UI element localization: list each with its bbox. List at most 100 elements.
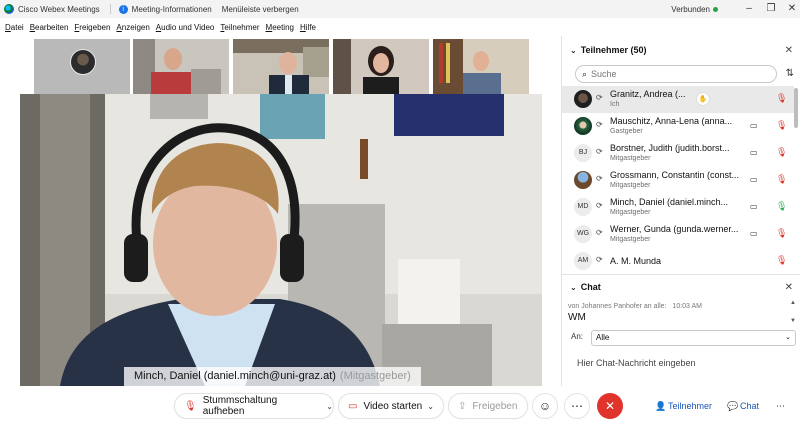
end-meeting-button[interactable]: ✕ xyxy=(597,393,623,419)
more-options-button[interactable]: ⋯ xyxy=(564,393,590,419)
minimize-icon[interactable]: – xyxy=(741,2,757,16)
webex-logo-icon xyxy=(4,4,14,14)
connection-dot-icon xyxy=(713,6,718,12)
sync-icon: ⟳ xyxy=(596,174,603,183)
avatar xyxy=(574,117,592,135)
mic-muted-icon[interactable]: 🎙 xyxy=(776,228,787,239)
participant-role: Ich xyxy=(610,101,620,108)
speaker-caption: Minch, Daniel (daniel.minch@uni-graz.at)… xyxy=(124,367,421,386)
video-feed-image xyxy=(133,39,229,94)
video-feed-image xyxy=(433,39,529,94)
chat-title: Chat xyxy=(580,282,601,292)
sync-icon: ⟳ xyxy=(596,201,603,210)
close-icon[interactable]: ✕ xyxy=(785,45,793,56)
mic-muted-icon: 🎙 xyxy=(184,400,197,412)
participant-name: Mauschitz, Anna-Lena (anna... xyxy=(610,116,733,126)
title-bar: Cisco Webex Meetings i Meeting-Informati… xyxy=(0,0,800,18)
video-feed-image xyxy=(333,39,429,94)
camera-icon: ▭ xyxy=(750,229,758,238)
person-icon: 👤 xyxy=(655,401,667,411)
participants-header[interactable]: ⌄ Teilnehmer (50) ✕ xyxy=(562,39,800,61)
participant-video-thumbnail[interactable] xyxy=(233,39,329,94)
chevron-down-icon: ⌄ xyxy=(785,334,791,341)
menu-bearbeiten[interactable]: Bearbeiten xyxy=(30,23,69,32)
scroll-down-icon[interactable]: ▼ xyxy=(790,318,796,324)
mic-muted-icon[interactable]: 🎙 xyxy=(776,120,787,131)
chat-header[interactable]: ⌄ Chat ✕ xyxy=(562,276,800,298)
chevron-down-icon[interactable]: ⌄ xyxy=(570,46,577,55)
start-video-button[interactable]: ▭ Video starten ⌄ xyxy=(338,393,444,419)
panel-divider xyxy=(562,274,800,275)
speaker-video-feed xyxy=(20,94,542,386)
participants-tab[interactable]: 👤 Teilnehmer xyxy=(655,396,712,416)
camera-icon: ▭ xyxy=(750,175,758,184)
sort-icon[interactable]: ⇅ xyxy=(786,68,794,79)
share-button[interactable]: ⇪ Freigeben xyxy=(448,393,528,419)
participant-video-thumbnail[interactable] xyxy=(133,39,229,94)
speaker-role: (Mitgastgeber) xyxy=(339,370,411,382)
unmute-button[interactable]: 🎙 Stummschaltung aufheben ⌄ xyxy=(174,393,334,419)
reactions-button[interactable]: ☺ xyxy=(532,393,558,419)
list-item[interactable]: MD ⟳ Minch, Daniel (daniel.minch... Mitg… xyxy=(562,194,794,221)
participant-role: Gastgeber xyxy=(610,128,643,135)
unmute-label: Stummschaltung aufheben xyxy=(202,395,278,417)
chat-tab[interactable]: 💬 Chat xyxy=(727,396,759,416)
camera-icon: ▭ xyxy=(750,121,758,130)
camera-icon: ▭ xyxy=(750,148,758,157)
app-title: Cisco Webex Meetings xyxy=(18,4,100,14)
main-speaker-video[interactable]: Minch, Daniel (daniel.minch@uni-graz.at)… xyxy=(20,94,542,386)
close-window-icon[interactable]: ✕ xyxy=(784,2,800,16)
share-icon: ⇪ xyxy=(458,400,467,412)
chevron-down-icon[interactable]: ⌄ xyxy=(427,402,434,411)
chevron-down-icon[interactable]: ⌄ xyxy=(326,402,333,411)
title-separator xyxy=(109,4,111,14)
menu-teilnehmer[interactable]: Teilnehmer xyxy=(220,23,259,32)
menu-hilfe[interactable]: Hilfe xyxy=(300,23,316,32)
mic-muted-icon[interactable]: 🎙 xyxy=(776,93,787,104)
list-item[interactable]: BJ ⟳ Borstner, Judith (judith.borst... M… xyxy=(562,140,794,167)
info-icon[interactable]: i xyxy=(118,4,128,14)
menu-anzeigen[interactable]: Anzeigen xyxy=(116,23,149,32)
mic-muted-icon[interactable]: 🎙 xyxy=(776,255,787,266)
menu-bar: Datei Bearbeiten Freigeben Anzeigen Audi… xyxy=(0,18,800,36)
list-item[interactable]: AM ⟳ A. M. Munda 🎙 xyxy=(562,248,794,272)
chevron-down-icon[interactable]: ⌄ xyxy=(570,283,577,292)
participants-tab-label: Teilnehmer xyxy=(668,401,713,411)
camera-icon: ▭ xyxy=(750,202,758,211)
participant-name: Granitz, Andrea (... xyxy=(610,89,686,99)
chat-input[interactable]: Hier Chat-Nachricht eingeben xyxy=(577,358,696,368)
list-item[interactable]: ⟳ Grossmann, Constantin (const... Mitgas… xyxy=(562,167,794,194)
menu-meeting[interactable]: Meeting xyxy=(266,23,294,32)
avatar: MD xyxy=(574,198,592,216)
speaker-name: Minch, Daniel (daniel.minch@uni-graz.at) xyxy=(134,370,336,382)
menu-audio-video[interactable]: Audio und Video xyxy=(156,23,215,32)
hide-menu-button[interactable]: Menüleiste verbergen xyxy=(222,5,299,14)
participant-video-thumbnail[interactable] xyxy=(333,39,429,94)
control-bar: 🎙 Stummschaltung aufheben ⌄ ▭ Video star… xyxy=(0,389,800,423)
more-panels-button[interactable]: ⋯ xyxy=(776,396,785,416)
raise-hand-icon[interactable]: ✋ xyxy=(696,92,710,106)
participant-search[interactable]: ⌕ xyxy=(575,65,777,83)
menu-datei[interactable]: Datei xyxy=(5,23,24,32)
close-icon[interactable]: ✕ xyxy=(785,282,793,293)
participant-role: Mitgastgeber xyxy=(610,209,651,216)
restore-icon[interactable]: ❐ xyxy=(763,2,779,16)
self-video-thumbnail[interactable] xyxy=(34,39,130,94)
chat-recipient-select[interactable]: Alle ⌄ xyxy=(591,330,796,346)
list-item[interactable]: ⟳ Granitz, Andrea (... Ich ✋ 🎙 xyxy=(562,86,794,113)
meeting-info-button[interactable]: Meeting-Informationen xyxy=(132,5,212,14)
menu-freigeben[interactable]: Freigeben xyxy=(74,23,110,32)
list-item[interactable]: ⟳ Mauschitz, Anna-Lena (anna... Gastgebe… xyxy=(562,113,794,140)
mic-muted-icon[interactable]: 🎙 xyxy=(776,174,787,185)
scroll-up-icon[interactable]: ▲ xyxy=(790,300,796,306)
mic-muted-icon[interactable]: 🎙 xyxy=(776,147,787,158)
sync-icon: ⟳ xyxy=(596,228,603,237)
list-item[interactable]: WG ⟳ Werner, Gunda (gunda.werner... Mitg… xyxy=(562,221,794,248)
participant-list-scrollbar[interactable] xyxy=(794,88,798,128)
chat-message-meta: von Johannes Panhofer an alle: 10:03 AM xyxy=(568,303,702,310)
search-input[interactable] xyxy=(591,69,762,79)
participant-video-thumbnail[interactable] xyxy=(433,39,529,94)
avatar xyxy=(574,171,592,189)
chat-recipient-label: An: xyxy=(571,332,584,341)
mic-active-icon[interactable]: 🎙 xyxy=(776,201,787,212)
